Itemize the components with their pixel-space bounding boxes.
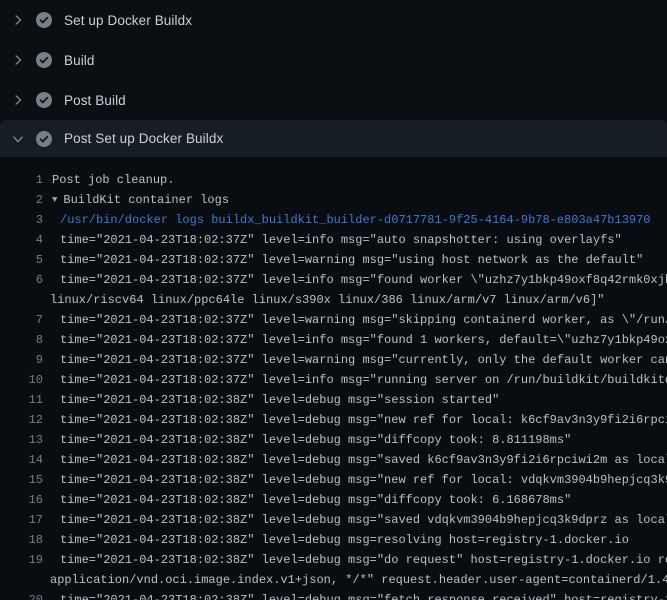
line-number[interactable]: 1 (0, 170, 43, 190)
line-number[interactable]: 17 (0, 510, 43, 530)
line-number[interactable]: 11 (0, 390, 43, 410)
log-line: 3 /usr/bin/docker logs buildx_buildkit_b… (0, 210, 667, 230)
line-number[interactable]: 20 (0, 590, 43, 600)
step-row[interactable]: Set up Docker Buildx (0, 0, 667, 40)
step-row[interactable]: Build (0, 40, 667, 80)
log-text: time="2021-04-23T18:02:38Z" level=debug … (43, 470, 667, 490)
log-text: time="2021-04-23T18:02:37Z" level=warnin… (43, 350, 667, 370)
log-text: time="2021-04-23T18:02:38Z" level=debug … (43, 590, 667, 600)
log-text: time="2021-04-23T18:02:37Z" level=info m… (43, 230, 622, 250)
chevron-right-icon (12, 14, 24, 26)
log-line: 17 time="2021-04-23T18:02:38Z" level=deb… (0, 510, 667, 530)
step-label: Post Build (64, 93, 126, 108)
log-text: time="2021-04-23T18:02:37Z" level=info m… (43, 370, 667, 390)
log-line: 12 time="2021-04-23T18:02:38Z" level=deb… (0, 410, 667, 430)
log-text: linux/riscv64 linux/ppc64le linux/s390x … (43, 290, 605, 310)
log-text: ▼BuildKit container logs (43, 190, 229, 210)
step-row[interactable]: Post Set up Docker Buildx (0, 120, 667, 157)
log-text: application/vnd.oci.image.index.v1+json,… (43, 570, 667, 590)
log-text: time="2021-04-23T18:02:38Z" level=debug … (43, 410, 667, 430)
line-number[interactable]: 19 (0, 550, 43, 570)
chevron-right-icon (12, 54, 24, 66)
log-text: /usr/bin/docker logs buildx_buildkit_bui… (43, 210, 651, 230)
log-panel[interactable]: 1 Post job cleanup. 2 ▼BuildKit containe… (0, 157, 667, 600)
log-line: 16 time="2021-04-23T18:02:38Z" level=deb… (0, 490, 667, 510)
log-text: Post job cleanup. (43, 170, 174, 190)
log-line: 9 time="2021-04-23T18:02:37Z" level=warn… (0, 350, 667, 370)
line-number[interactable]: 6 (0, 270, 43, 290)
triangle-down-icon[interactable]: ▼ (52, 195, 57, 205)
log-line: 15 time="2021-04-23T18:02:38Z" level=deb… (0, 470, 667, 490)
chevron-right-icon (12, 94, 24, 106)
step-row[interactable]: Post Build (0, 80, 667, 120)
log-line: 13 time="2021-04-23T18:02:38Z" level=deb… (0, 430, 667, 450)
log-line: 10 time="2021-04-23T18:02:37Z" level=inf… (0, 370, 667, 390)
log-text: time="2021-04-23T18:02:38Z" level=debug … (43, 430, 571, 450)
check-circle-icon (36, 12, 52, 28)
line-number[interactable]: 13 (0, 430, 43, 450)
log-text: time="2021-04-23T18:02:38Z" level=debug … (43, 550, 667, 570)
log-text: time="2021-04-23T18:02:37Z" level=info m… (43, 330, 667, 350)
log-line: 11 time="2021-04-23T18:02:38Z" level=deb… (0, 390, 667, 410)
log-line: 1 Post job cleanup. (0, 170, 667, 190)
line-number[interactable] (0, 290, 43, 310)
log-line: 7 time="2021-04-23T18:02:37Z" level=warn… (0, 310, 667, 330)
log-text: time="2021-04-23T18:02:37Z" level=warnin… (43, 250, 643, 270)
line-number[interactable]: 7 (0, 310, 43, 330)
log-line: 14 time="2021-04-23T18:02:38Z" level=deb… (0, 450, 667, 470)
line-number[interactable]: 5 (0, 250, 43, 270)
log-line: 19 time="2021-04-23T18:02:38Z" level=deb… (0, 550, 667, 570)
step-list: Set up Docker Buildx Build Post Build (0, 0, 667, 157)
log-line: 18 time="2021-04-23T18:02:38Z" level=deb… (0, 530, 667, 550)
check-circle-icon (36, 52, 52, 68)
line-number[interactable]: 15 (0, 470, 43, 490)
log-line: 6 time="2021-04-23T18:02:37Z" level=info… (0, 270, 667, 290)
log-line: application/vnd.oci.image.index.v1+json,… (0, 570, 667, 590)
actions-log-viewer: Set up Docker Buildx Build Post Build (0, 0, 667, 600)
step-label: Set up Docker Buildx (64, 13, 192, 28)
line-number[interactable]: 12 (0, 410, 43, 430)
line-number[interactable] (0, 570, 43, 590)
line-number[interactable]: 16 (0, 490, 43, 510)
log-text: time="2021-04-23T18:02:37Z" level=warnin… (43, 310, 667, 330)
line-number[interactable]: 3 (0, 210, 43, 230)
log-text: time="2021-04-23T18:02:37Z" level=info m… (43, 270, 667, 290)
chevron-down-icon (12, 133, 24, 145)
step-label: Build (64, 53, 95, 68)
log-line: 20 time="2021-04-23T18:02:38Z" level=deb… (0, 590, 667, 600)
line-number[interactable]: 4 (0, 230, 43, 250)
line-number[interactable]: 8 (0, 330, 43, 350)
line-number[interactable]: 18 (0, 530, 43, 550)
line-number[interactable]: 10 (0, 370, 43, 390)
log-line: 8 time="2021-04-23T18:02:37Z" level=info… (0, 330, 667, 350)
check-circle-icon (36, 131, 52, 147)
log-text: time="2021-04-23T18:02:38Z" level=debug … (43, 530, 629, 550)
log-line: 5 time="2021-04-23T18:02:37Z" level=warn… (0, 250, 667, 270)
line-number[interactable]: 14 (0, 450, 43, 470)
log-text: time="2021-04-23T18:02:38Z" level=debug … (43, 490, 571, 510)
check-circle-icon (36, 92, 52, 108)
log-line: 4 time="2021-04-23T18:02:37Z" level=info… (0, 230, 667, 250)
line-number[interactable]: 2 (0, 190, 43, 210)
line-number[interactable]: 9 (0, 350, 43, 370)
log-text: time="2021-04-23T18:02:38Z" level=debug … (43, 510, 667, 530)
log-text: time="2021-04-23T18:02:38Z" level=debug … (43, 390, 499, 410)
log-line: 2 ▼BuildKit container logs (0, 190, 667, 210)
log-text: time="2021-04-23T18:02:38Z" level=debug … (43, 450, 667, 470)
step-label: Post Set up Docker Buildx (64, 131, 223, 146)
log-line: linux/riscv64 linux/ppc64le linux/s390x … (0, 290, 667, 310)
